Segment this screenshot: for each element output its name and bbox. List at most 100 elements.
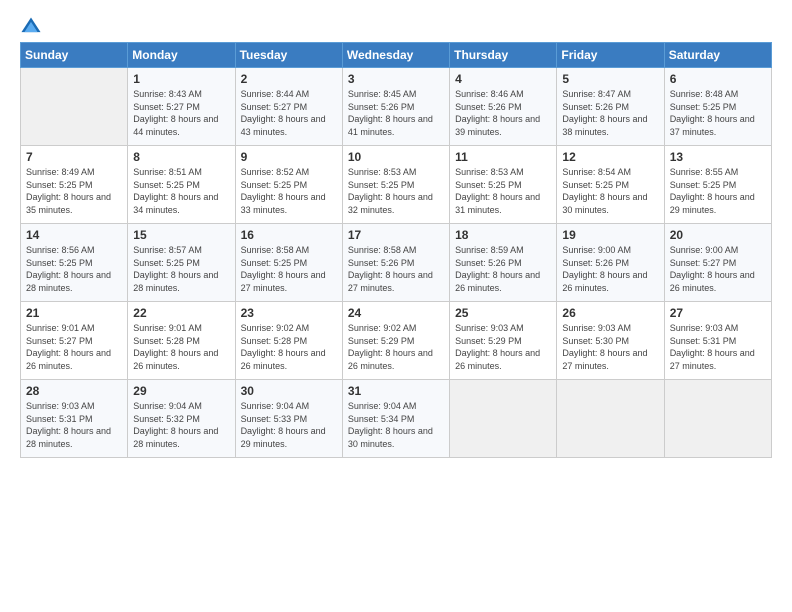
day-number: 26 (562, 306, 658, 320)
calendar-table: SundayMondayTuesdayWednesdayThursdayFrid… (20, 42, 772, 458)
day-number: 11 (455, 150, 551, 164)
calendar-cell: 11 Sunrise: 8:53 AMSunset: 5:25 PMDayligh… (450, 146, 557, 224)
calendar-cell: 5 Sunrise: 8:47 AMSunset: 5:26 PMDaylight… (557, 68, 664, 146)
day-number: 30 (241, 384, 337, 398)
cell-info: Sunrise: 9:00 AMSunset: 5:27 PMDaylight:… (670, 244, 766, 294)
day-number: 29 (133, 384, 229, 398)
calendar-cell (664, 380, 771, 458)
cell-info: Sunrise: 9:04 AMSunset: 5:33 PMDaylight:… (241, 400, 337, 450)
header-day-friday: Friday (557, 43, 664, 68)
day-number: 22 (133, 306, 229, 320)
calendar-cell: 10Sunrise: 8:53 AMSunset: 5:25 PMDayligh… (342, 146, 449, 224)
cell-info: Sunrise: 8:54 AMSunset: 5:25 PMDaylight:… (562, 166, 658, 216)
header-day-saturday: Saturday (664, 43, 771, 68)
cell-info: Sunrise: 8:59 AMSunset: 5:26 PMDaylight:… (455, 244, 551, 294)
cell-info: Sunrise: 9:02 AMSunset: 5:29 PMDaylight:… (348, 322, 444, 372)
day-number: 8 (133, 150, 229, 164)
cell-info: Sunrise: 8:48 AMSunset: 5:25 PMDaylight:… (670, 88, 766, 138)
cell-info: Sunrise: 8:51 AMSunset: 5:25 PMDaylight:… (133, 166, 229, 216)
calendar-cell: 6Sunrise: 8:48 AMSunset: 5:25 PMDaylight… (664, 68, 771, 146)
day-number: 15 (133, 228, 229, 242)
cell-info: Sunrise: 8:47 AMSunset: 5:26 PMDaylight:… (562, 88, 658, 138)
week-row-5: 28 Sunrise: 9:03 AMSunset: 5:31 PMDayligh… (21, 380, 772, 458)
calendar-cell: 29 Sunrise: 9:04 AMSunset: 5:32 PMDayligh… (128, 380, 235, 458)
cell-info: Sunrise: 9:03 AMSunset: 5:30 PMDaylight:… (562, 322, 658, 372)
day-number: 4 (455, 72, 551, 86)
cell-info: Sunrise: 8:49 AMSunset: 5:25 PMDaylight:… (26, 166, 122, 216)
cell-info: Sunrise: 9:03 AMSunset: 5:31 PMDaylight:… (670, 322, 766, 372)
logo (20, 16, 46, 38)
cell-info: Sunrise: 8:44 AMSunset: 5:27 PMDaylight:… (241, 88, 337, 138)
header-day-wednesday: Wednesday (342, 43, 449, 68)
calendar-cell (450, 380, 557, 458)
calendar-cell: 19 Sunrise: 9:00 AMSunset: 5:26 PMDayligh… (557, 224, 664, 302)
calendar-cell: 21 Sunrise: 9:01 AMSunset: 5:27 PMDayligh… (21, 302, 128, 380)
day-number: 28 (26, 384, 122, 398)
cell-info: Sunrise: 9:02 AMSunset: 5:28 PMDaylight:… (241, 322, 337, 372)
day-number: 19 (562, 228, 658, 242)
day-number: 9 (241, 150, 337, 164)
cell-info: Sunrise: 8:58 AMSunset: 5:26 PMDaylight:… (348, 244, 444, 294)
calendar-cell: 20 Sunrise: 9:00 AMSunset: 5:27 PMDayligh… (664, 224, 771, 302)
page: SundayMondayTuesdayWednesdayThursdayFrid… (0, 0, 792, 612)
calendar-cell: 27 Sunrise: 9:03 AMSunset: 5:31 PMDayligh… (664, 302, 771, 380)
calendar-cell: 12 Sunrise: 8:54 AMSunset: 5:25 PMDayligh… (557, 146, 664, 224)
cell-info: Sunrise: 8:45 AMSunset: 5:26 PMDaylight:… (348, 88, 444, 138)
cell-info: Sunrise: 9:01 AMSunset: 5:27 PMDaylight:… (26, 322, 122, 372)
calendar-cell: 22 Sunrise: 9:01 AMSunset: 5:28 PMDayligh… (128, 302, 235, 380)
logo-icon (20, 16, 42, 38)
day-number: 13 (670, 150, 766, 164)
header-day-monday: Monday (128, 43, 235, 68)
calendar-cell: 8 Sunrise: 8:51 AMSunset: 5:25 PMDaylight… (128, 146, 235, 224)
header-row: SundayMondayTuesdayWednesdayThursdayFrid… (21, 43, 772, 68)
day-number: 3 (348, 72, 444, 86)
calendar-cell: 13 Sunrise: 8:55 AMSunset: 5:25 PMDayligh… (664, 146, 771, 224)
cell-info: Sunrise: 8:57 AMSunset: 5:25 PMDaylight:… (133, 244, 229, 294)
calendar-cell: 9 Sunrise: 8:52 AMSunset: 5:25 PMDaylight… (235, 146, 342, 224)
cell-info: Sunrise: 9:04 AMSunset: 5:32 PMDaylight:… (133, 400, 229, 450)
day-number: 10 (348, 150, 444, 164)
cell-info: Sunrise: 9:00 AMSunset: 5:26 PMDaylight:… (562, 244, 658, 294)
header-day-sunday: Sunday (21, 43, 128, 68)
calendar-cell: 30 Sunrise: 9:04 AMSunset: 5:33 PMDayligh… (235, 380, 342, 458)
cell-info: Sunrise: 8:46 AMSunset: 5:26 PMDaylight:… (455, 88, 551, 138)
day-number: 25 (455, 306, 551, 320)
calendar-cell: 23 Sunrise: 9:02 AMSunset: 5:28 PMDayligh… (235, 302, 342, 380)
cell-info: Sunrise: 9:04 AMSunset: 5:34 PMDaylight:… (348, 400, 444, 450)
day-number: 5 (562, 72, 658, 86)
day-number: 31 (348, 384, 444, 398)
cell-info: Sunrise: 9:01 AMSunset: 5:28 PMDaylight:… (133, 322, 229, 372)
day-number: 16 (241, 228, 337, 242)
cell-info: Sunrise: 9:03 AMSunset: 5:29 PMDaylight:… (455, 322, 551, 372)
day-number: 23 (241, 306, 337, 320)
day-number: 17 (348, 228, 444, 242)
week-row-3: 14Sunrise: 8:56 AMSunset: 5:25 PMDayligh… (21, 224, 772, 302)
day-number: 21 (26, 306, 122, 320)
calendar-cell (21, 68, 128, 146)
calendar-cell: 28 Sunrise: 9:03 AMSunset: 5:31 PMDayligh… (21, 380, 128, 458)
cell-info: Sunrise: 8:52 AMSunset: 5:25 PMDaylight:… (241, 166, 337, 216)
day-number: 14 (26, 228, 122, 242)
calendar-cell: 4 Sunrise: 8:46 AMSunset: 5:26 PMDaylight… (450, 68, 557, 146)
day-number: 24 (348, 306, 444, 320)
day-number: 1 (133, 72, 229, 86)
calendar-cell: 18 Sunrise: 8:59 AMSunset: 5:26 PMDayligh… (450, 224, 557, 302)
cell-info: Sunrise: 8:43 AMSunset: 5:27 PMDaylight:… (133, 88, 229, 138)
calendar-cell: 2Sunrise: 8:44 AMSunset: 5:27 PMDaylight… (235, 68, 342, 146)
cell-info: Sunrise: 8:55 AMSunset: 5:25 PMDaylight:… (670, 166, 766, 216)
calendar-cell: 7Sunrise: 8:49 AMSunset: 5:25 PMDaylight… (21, 146, 128, 224)
calendar-cell: 1 Sunrise: 8:43 AMSunset: 5:27 PMDaylight… (128, 68, 235, 146)
calendar-cell: 24 Sunrise: 9:02 AMSunset: 5:29 PMDayligh… (342, 302, 449, 380)
day-number: 18 (455, 228, 551, 242)
header-day-tuesday: Tuesday (235, 43, 342, 68)
header-day-thursday: Thursday (450, 43, 557, 68)
week-row-1: 1 Sunrise: 8:43 AMSunset: 5:27 PMDaylight… (21, 68, 772, 146)
day-number: 12 (562, 150, 658, 164)
cell-info: Sunrise: 9:03 AMSunset: 5:31 PMDaylight:… (26, 400, 122, 450)
day-number: 27 (670, 306, 766, 320)
calendar-cell: 25 Sunrise: 9:03 AMSunset: 5:29 PMDayligh… (450, 302, 557, 380)
calendar-cell: 26 Sunrise: 9:03 AMSunset: 5:30 PMDayligh… (557, 302, 664, 380)
cell-info: Sunrise: 8:53 AMSunset: 5:25 PMDaylight:… (455, 166, 551, 216)
calendar-cell: 31 Sunrise: 9:04 AMSunset: 5:34 PMDayligh… (342, 380, 449, 458)
day-number: 20 (670, 228, 766, 242)
